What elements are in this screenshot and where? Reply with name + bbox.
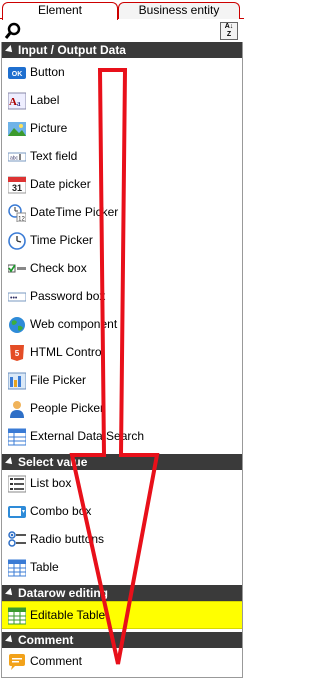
item-label: Date picker: [30, 177, 91, 191]
person-icon: [8, 400, 26, 418]
section-select-value[interactable]: Select value: [2, 454, 242, 470]
item-label: DateTime Picker: [30, 205, 119, 219]
password-icon: •••: [7, 288, 27, 306]
palette-item-button[interactable]: OK Button: [2, 59, 242, 87]
item-label: Editable Table: [30, 608, 106, 622]
palette-item-label[interactable]: Aa Label: [2, 87, 242, 115]
label-icon: Aa: [7, 92, 27, 110]
section-title: Datarow editing: [18, 586, 109, 600]
item-label: Time Picker: [30, 233, 93, 247]
html5-icon: 5: [8, 344, 26, 362]
palette-item-external-data-search[interactable]: External Data Search: [2, 423, 242, 451]
svg-text:5: 5: [15, 349, 20, 358]
item-label: Table: [30, 560, 59, 574]
collapse-icon: [5, 635, 15, 645]
palette-item-password-box[interactable]: ••• Password box: [2, 283, 242, 311]
palette-item-radio-buttons[interactable]: Radio buttons: [2, 526, 242, 554]
palette-item-datetime-picker[interactable]: 12 DateTime Picker: [2, 199, 242, 227]
palette-item-list-box[interactable]: List box: [2, 470, 242, 498]
palette-item-check-box[interactable]: Check box: [2, 255, 242, 283]
item-label: Button: [30, 65, 65, 79]
editable-table-icon: [7, 607, 27, 625]
toolbar: A↓ Z: [0, 20, 244, 42]
svg-text:•••: •••: [10, 295, 18, 302]
button-icon: OK: [8, 64, 26, 82]
item-label: File Picker: [30, 373, 87, 387]
text-field-icon: abc: [7, 148, 27, 166]
item-label: Picture: [30, 121, 68, 135]
palette-item-picture[interactable]: Picture: [2, 115, 242, 143]
datetime-icon: 12: [8, 204, 27, 223]
item-label: Combo box: [30, 504, 92, 518]
palette-item-combo-box[interactable]: Combo box: [2, 498, 242, 526]
svg-text:A: A: [9, 96, 17, 108]
palette-item-people-picker[interactable]: People Picker: [2, 395, 242, 423]
collapse-icon: [5, 45, 15, 55]
search-icon[interactable]: [4, 22, 22, 40]
panel-border-left: [1, 42, 2, 678]
svg-text:abc: abc: [10, 156, 19, 162]
svg-text:12: 12: [18, 217, 25, 223]
table-icon: [7, 559, 27, 577]
palette-item-web-component[interactable]: Web component: [2, 311, 242, 339]
comment-icon: [8, 653, 26, 671]
palette-item-time-picker[interactable]: Time Picker: [2, 227, 242, 255]
section-title: Comment: [18, 633, 74, 647]
tab-business-entity[interactable]: Business entity: [118, 2, 240, 19]
tab-element[interactable]: Element: [2, 2, 118, 20]
item-label: Check box: [30, 261, 87, 275]
item-label: People Picker: [30, 401, 105, 415]
section-input-output[interactable]: Input / Output Data: [2, 42, 242, 58]
section-title: Select value: [18, 455, 88, 469]
item-label: External Data Search: [30, 429, 145, 443]
section-datarow-editing[interactable]: Datarow editing: [2, 585, 242, 601]
palette-item-text-field[interactable]: abc Text field: [2, 143, 242, 171]
svg-text:a: a: [17, 99, 21, 108]
list-box-icon: [7, 475, 27, 493]
panel-border-right: [242, 42, 243, 678]
palette-item-comment[interactable]: Comment: [2, 648, 242, 676]
calendar-icon: 31: [7, 176, 27, 194]
item-label: Radio buttons: [30, 532, 105, 546]
data-search-icon: [7, 428, 27, 446]
item-label: Comment: [30, 654, 83, 668]
checkbox-icon: [7, 260, 26, 278]
file-picker-icon: [7, 372, 27, 390]
globe-icon: [8, 316, 26, 334]
tab-bar: Element Business entity: [0, 0, 244, 20]
radio-buttons-icon: [8, 531, 26, 549]
section-title: Input / Output Data: [18, 43, 126, 57]
svg-text:OK: OK: [12, 71, 23, 78]
picture-icon: [8, 120, 26, 138]
section-comment[interactable]: Comment: [2, 632, 242, 648]
combo-box-icon: [8, 503, 26, 521]
palette-item-html-control[interactable]: 5 HTML Control: [2, 339, 242, 367]
svg-text:31: 31: [12, 183, 22, 193]
palette-item-date-picker[interactable]: 31 Date picker: [2, 171, 242, 199]
palette-item-table[interactable]: Table: [2, 554, 242, 582]
item-label: Web component: [30, 317, 118, 331]
palette-item-file-picker[interactable]: File Picker: [2, 367, 242, 395]
clock-icon: [8, 232, 26, 250]
collapse-icon: [5, 457, 15, 467]
item-label: Text field: [30, 149, 78, 163]
sort-az-icon[interactable]: A↓ Z: [220, 22, 238, 40]
collapse-icon: [5, 588, 15, 598]
item-label: HTML Control: [30, 345, 105, 359]
panel-border-bottom: [1, 677, 243, 678]
item-label: Password box: [30, 289, 106, 303]
item-label: Label: [30, 93, 60, 107]
palette-item-editable-table[interactable]: Editable Table: [2, 601, 242, 629]
item-label: List box: [30, 476, 72, 490]
